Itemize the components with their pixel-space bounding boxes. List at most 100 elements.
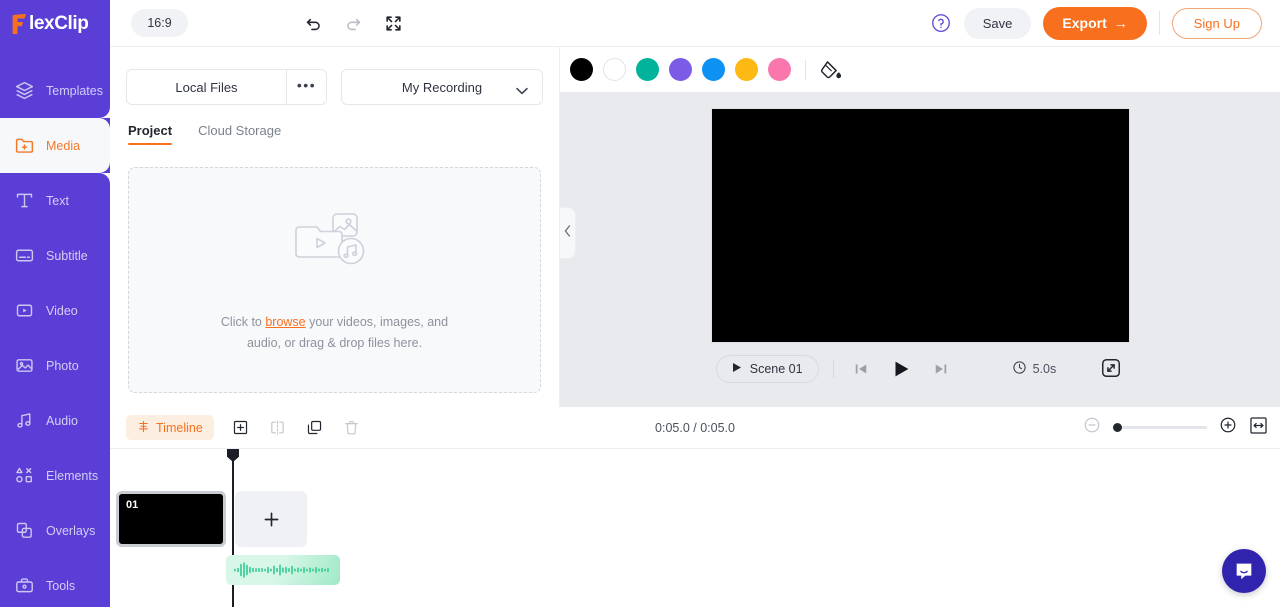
swatch-blue[interactable] bbox=[702, 58, 725, 81]
save-button[interactable]: Save bbox=[963, 7, 1032, 39]
paint-bucket-icon[interactable] bbox=[820, 59, 842, 81]
add-scene-button[interactable] bbox=[235, 491, 307, 547]
overlays-icon bbox=[13, 520, 35, 542]
scene-thumbnail-01[interactable]: 01 bbox=[116, 491, 226, 547]
swatch-black[interactable] bbox=[570, 58, 593, 81]
expand-icon[interactable] bbox=[1100, 357, 1124, 381]
local-files-group: Local Files ••• bbox=[126, 69, 327, 105]
toolbox-icon bbox=[13, 575, 35, 597]
local-files-button[interactable]: Local Files bbox=[127, 70, 286, 104]
more-options-icon[interactable]: ••• bbox=[286, 70, 326, 104]
flexclip-editor: lexClip Templates Media Text Subtitle Vi… bbox=[0, 0, 1280, 607]
sidebar-item-video[interactable]: Video bbox=[0, 283, 110, 338]
timeline-time-display: 0:05.0 / 0:05.0 bbox=[655, 420, 735, 435]
sidebar-item-elements[interactable]: Elements bbox=[0, 448, 110, 503]
app-logo[interactable]: lexClip bbox=[0, 0, 110, 47]
sidebar-item-label: Subtitle bbox=[46, 248, 88, 263]
swatch-white[interactable] bbox=[603, 58, 626, 81]
timeline-icon bbox=[137, 420, 150, 436]
layers-icon bbox=[13, 80, 35, 102]
intercom-chat-button[interactable] bbox=[1222, 549, 1266, 593]
fit-to-screen-icon[interactable] bbox=[1249, 416, 1268, 440]
player-controls: Scene 01 5.0s bbox=[715, 355, 1124, 383]
scene-number: 01 bbox=[126, 499, 139, 511]
playhead-handle[interactable] bbox=[227, 449, 239, 462]
elements-shapes-icon bbox=[13, 465, 35, 487]
delete-icon[interactable] bbox=[339, 415, 365, 441]
video-canvas[interactable] bbox=[710, 108, 1130, 343]
sidebar-item-media[interactable]: Media bbox=[0, 107, 110, 184]
add-icon[interactable] bbox=[228, 415, 254, 441]
preview-area: Scene 01 5.0s bbox=[560, 47, 1280, 407]
browse-link[interactable]: browse bbox=[265, 315, 305, 329]
duplicate-icon[interactable] bbox=[302, 415, 328, 441]
duration-value: 5.0s bbox=[1032, 362, 1057, 376]
intercom-chat-icon bbox=[1236, 563, 1252, 580]
timeline-badge[interactable]: Timeline bbox=[126, 415, 214, 440]
audio-clip[interactable] bbox=[226, 555, 340, 585]
sidebar-item-tools[interactable]: Tools bbox=[0, 558, 110, 607]
sign-up-button[interactable]: Sign Up bbox=[1171, 7, 1262, 39]
my-recording-dropdown[interactable]: My Recording bbox=[341, 69, 543, 105]
sidebar-item-templates[interactable]: Templates bbox=[0, 63, 110, 118]
upload-dropzone[interactable]: Click to browse your videos, images, and… bbox=[128, 167, 541, 393]
sidebar-item-label: Media bbox=[46, 138, 81, 153]
sidebar-item-label: Audio bbox=[46, 413, 78, 428]
play-icon[interactable] bbox=[888, 356, 914, 382]
timeline-toolbar: Timeline 0:05.0 / 0:05.0 bbox=[110, 407, 1280, 449]
skip-previous-icon[interactable] bbox=[848, 356, 874, 382]
zoom-out-icon[interactable] bbox=[1083, 416, 1101, 439]
sidebar-item-label: Tools bbox=[46, 578, 76, 593]
swatch-teal[interactable] bbox=[636, 58, 659, 81]
tab-cloud-storage[interactable]: Cloud Storage bbox=[198, 123, 281, 145]
sidebar-item-photo[interactable]: Photo bbox=[0, 338, 110, 393]
sidebar-item-text[interactable]: Text bbox=[0, 173, 110, 228]
swatch-yellow[interactable] bbox=[735, 58, 758, 81]
corner-mask-top bbox=[99, 107, 110, 118]
media-panel: Local Files ••• My Recording Project Clo… bbox=[110, 47, 560, 407]
sidebar-item-label: Overlays bbox=[46, 523, 96, 538]
waveform-icon bbox=[234, 562, 329, 578]
media-folder-icon bbox=[13, 135, 35, 157]
tab-project[interactable]: Project bbox=[128, 123, 173, 145]
zoom-slider-handle[interactable] bbox=[1113, 423, 1122, 432]
export-label: Export bbox=[1062, 15, 1107, 31]
text-icon bbox=[13, 190, 35, 212]
dropzone-text: Click to browse your videos, images, and… bbox=[221, 312, 448, 354]
header-divider bbox=[1158, 11, 1160, 35]
play-small-icon bbox=[732, 362, 742, 376]
chevron-down-icon bbox=[516, 83, 528, 98]
scene-selector[interactable]: Scene 01 bbox=[715, 355, 819, 383]
fullscreen-icon[interactable] bbox=[380, 10, 406, 36]
sidebar-item-subtitle[interactable]: Subtitle bbox=[0, 228, 110, 283]
scene-track: 01 bbox=[116, 491, 307, 547]
zoom-in-icon[interactable] bbox=[1219, 416, 1237, 439]
sidebar-item-label: Templates bbox=[46, 83, 103, 98]
header-actions: Save Export → Sign Up bbox=[930, 6, 1280, 40]
panel-collapse-button[interactable] bbox=[560, 207, 576, 259]
my-recording-label: My Recording bbox=[401, 79, 483, 95]
split-icon[interactable] bbox=[265, 415, 291, 441]
dropzone-line-1: Click to browse your videos, images, and bbox=[221, 312, 448, 333]
top-header: 16:9 Save Export → Sign Up bbox=[110, 0, 1280, 47]
redo-icon[interactable] bbox=[340, 10, 366, 36]
swatch-pink[interactable] bbox=[768, 58, 791, 81]
video-icon bbox=[13, 300, 35, 322]
zoom-slider[interactable] bbox=[1113, 423, 1207, 432]
canvas-wrapper: Scene 01 5.0s bbox=[560, 92, 1280, 407]
help-circle-icon[interactable] bbox=[930, 12, 952, 34]
undo-icon[interactable] bbox=[300, 10, 326, 36]
timeline-zoom-controls bbox=[1083, 416, 1280, 440]
plus-icon bbox=[264, 512, 278, 526]
aspect-ratio-chip[interactable]: 16:9 bbox=[131, 9, 188, 37]
left-sidebar: lexClip Templates Media Text Subtitle Vi… bbox=[0, 0, 110, 607]
subtitle-icon bbox=[13, 245, 35, 267]
sidebar-item-overlays[interactable]: Overlays bbox=[0, 503, 110, 558]
skip-next-icon[interactable] bbox=[928, 356, 954, 382]
export-button[interactable]: Export → bbox=[1043, 6, 1147, 40]
dropzone-suffix: your videos, images, and bbox=[305, 314, 449, 329]
swatch-purple[interactable] bbox=[669, 58, 692, 81]
photo-icon bbox=[13, 355, 35, 377]
swatch-divider bbox=[805, 59, 806, 80]
sidebar-item-audio[interactable]: Audio bbox=[0, 393, 110, 448]
